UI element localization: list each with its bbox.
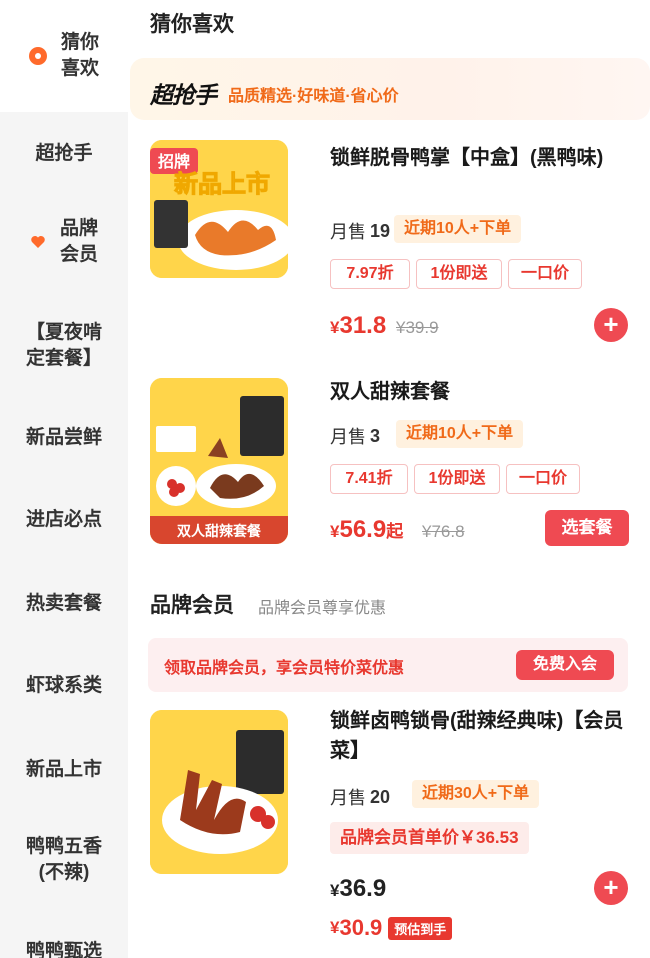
- sidebar-item-label: 鸭鸭五香: [25, 836, 102, 857]
- sidebar-item-hot-deals[interactable]: 超抢手: [0, 132, 128, 176]
- section-title: 猜你喜欢: [150, 13, 234, 36]
- select-set-button[interactable]: 选套餐: [545, 510, 629, 546]
- product-name[interactable]: 双人甜辣套餐: [330, 377, 630, 407]
- member-promo-text: 领取品牌会员，享会员特价菜优惠: [164, 660, 405, 677]
- product-list: 猜你喜欢 超抢手 品质精选·好味道·省心价 招牌 新品上市 锁鲜脱骨鸭掌【中盒】…: [128, 0, 650, 958]
- regular-price: ¥36.9: [330, 875, 387, 902]
- brand-section-title: 品牌会员: [150, 594, 234, 617]
- sales-label: 月售: [330, 788, 366, 808]
- brand-section-subtitle: 品牌会员尊享优惠: [258, 600, 387, 617]
- heart-icon: [30, 234, 46, 250]
- gift-tag: 1份即送: [414, 464, 500, 494]
- sidebar-item-label: 虾球系类: [25, 675, 102, 696]
- add-to-cart-button[interactable]: +: [594, 308, 628, 342]
- recent-orders-badge: 近期30人+下单: [412, 780, 540, 808]
- monthly-sales: 月售 19: [330, 218, 390, 244]
- sidebar-item-new-taste[interactable]: 新品尝鲜: [0, 416, 128, 460]
- member-first-order-price: 品牌会员首单价￥36.53: [330, 822, 529, 854]
- member-promo-bar: 领取品牌会员，享会员特价菜优惠 免费入会: [148, 638, 628, 692]
- estimated-price: ¥30.9 预估到手: [330, 915, 453, 941]
- category-sidebar: 猜你 喜欢 超抢手 品牌 会员 【夏夜啃 定套餐】 新品尝鲜 进店必点 热卖套餐…: [0, 0, 128, 958]
- product-name[interactable]: 锁鲜卤鸭锁骨(甜辣经典味)【会员菜】: [330, 706, 630, 766]
- sidebar-item-label: 猜你: [60, 32, 99, 53]
- sidebar-item-must-order[interactable]: 进店必点: [0, 498, 128, 542]
- sidebar-item-label: 【夏夜啃: [25, 322, 102, 343]
- sidebar-item-summer-night-set[interactable]: 【夏夜啃 定套餐】: [0, 314, 128, 378]
- join-member-button[interactable]: 免费入会: [516, 650, 614, 680]
- sidebar-item-label: 鸭鸭甄选: [25, 941, 102, 958]
- sidebar-item-guess-you-like[interactable]: 猜你 喜欢: [0, 0, 128, 112]
- sales-count: 20: [370, 786, 391, 807]
- image-caption-text: 新品上市: [174, 170, 270, 198]
- current-price: ¥31.8: [330, 312, 387, 339]
- sidebar-item-label: 定套餐】: [25, 348, 102, 369]
- current-price: ¥56.9 起: [330, 516, 404, 543]
- sidebar-item-label: 热卖套餐: [25, 593, 102, 614]
- sidebar-item-label: 品牌: [59, 218, 98, 239]
- sidebar-item-label: 新品上市: [25, 759, 102, 780]
- sidebar-item-label: (不辣): [38, 862, 90, 883]
- product-image[interactable]: 双人甜辣套餐: [150, 378, 288, 544]
- sidebar-item-label: 超抢手: [35, 143, 93, 164]
- sales-count: 19: [370, 220, 391, 241]
- sales-count: 3: [370, 425, 381, 446]
- sidebar-item-label: 进店必点: [25, 509, 102, 530]
- product-image[interactable]: 招牌 新品上市: [150, 140, 288, 278]
- monthly-sales: 月售 20: [330, 784, 390, 810]
- discount-tag: 7.41折: [330, 464, 408, 494]
- gift-tag: 1份即送: [416, 259, 502, 289]
- sidebar-item-shrimp-balls[interactable]: 虾球系类: [0, 664, 128, 708]
- hot-deals-banner[interactable]: 超抢手 品质精选·好味道·省心价: [130, 58, 650, 120]
- sidebar-item-duck-selection[interactable]: 鸭鸭甄选: [0, 930, 128, 958]
- sales-label: 月售: [330, 427, 366, 447]
- banner-slogan: 品质精选·好味道·省心价: [228, 88, 399, 105]
- add-to-cart-button[interactable]: +: [594, 871, 628, 905]
- image-caption-text: 双人甜辣套餐: [177, 523, 262, 540]
- target-icon: [28, 47, 47, 65]
- sidebar-item-label: 会员: [59, 244, 98, 265]
- recent-orders-badge: 近期10人+下单: [396, 420, 524, 448]
- discount-tag: 7.97折: [330, 259, 410, 289]
- recent-orders-badge: 近期10人+下单: [394, 215, 522, 243]
- monthly-sales: 月售 3: [330, 423, 380, 449]
- sidebar-item-new-arrivals[interactable]: 新品上市: [0, 748, 128, 792]
- fixed-price-tag: 一口价: [506, 464, 580, 494]
- sidebar-item-label: 新品尝鲜: [25, 427, 102, 448]
- sales-label: 月售: [330, 222, 366, 242]
- original-price: ¥76.8: [422, 522, 465, 541]
- product-name[interactable]: 锁鲜脱骨鸭掌【中盒】(黑鸭味): [330, 143, 630, 173]
- estimated-price-badge: 预估到手: [388, 916, 453, 940]
- sidebar-item-five-spice[interactable]: 鸭鸭五香 (不辣): [0, 828, 128, 892]
- product-image[interactable]: [150, 710, 288, 874]
- banner-logo: 超抢手: [150, 82, 217, 108]
- fixed-price-tag: 一口价: [508, 259, 582, 289]
- sidebar-item-label: 喜欢: [60, 58, 99, 79]
- sidebar-item-hot-sets[interactable]: 热卖套餐: [0, 582, 128, 626]
- image-badge-text: 招牌: [158, 152, 190, 171]
- sidebar-item-brand-member[interactable]: 品牌 会员: [0, 210, 128, 274]
- original-price: ¥39.9: [396, 318, 439, 337]
